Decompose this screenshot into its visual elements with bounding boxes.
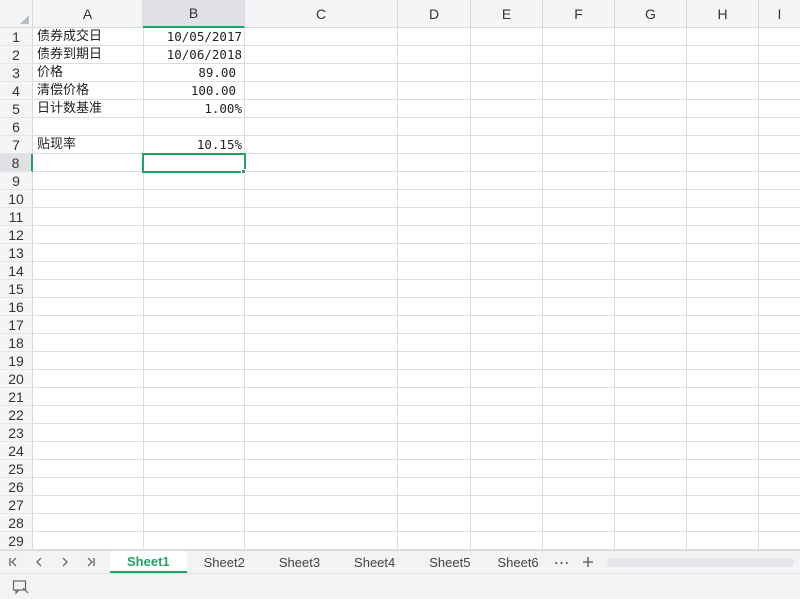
sheet-tab-5[interactable]: Sheet5	[412, 551, 487, 573]
cell-b3[interactable]: 89.00	[143, 64, 245, 82]
cell-a5[interactable]: 日计数基准	[33, 100, 143, 118]
row-header-27[interactable]: 27	[0, 496, 33, 514]
select-all-triangle-icon	[20, 15, 29, 24]
row-header-23[interactable]: 23	[0, 424, 33, 442]
sheet-tab-3[interactable]: Sheet3	[262, 551, 337, 573]
row-header-25[interactable]: 25	[0, 460, 33, 478]
column-header-b[interactable]: B	[143, 0, 245, 28]
row-header-7[interactable]: 7	[0, 136, 33, 154]
row-header-5[interactable]: 5	[0, 100, 33, 118]
sheet-tab-2[interactable]: Sheet2	[187, 551, 262, 573]
row-header-17[interactable]: 17	[0, 316, 33, 334]
row-header-24[interactable]: 24	[0, 442, 33, 460]
cell-a4[interactable]: 清偿价格	[33, 82, 143, 100]
comment-icon[interactable]	[12, 579, 30, 595]
first-sheet-icon	[9, 557, 17, 567]
cell-a1[interactable]: 债券成交日	[33, 28, 143, 46]
row-header-26[interactable]: 26	[0, 478, 33, 496]
row-header-16[interactable]: 16	[0, 298, 33, 316]
sheet-tab-6[interactable]: Sheet6	[487, 551, 548, 573]
sheet-tab-4[interactable]: Sheet4	[337, 551, 412, 573]
row-header-22[interactable]: 22	[0, 406, 33, 424]
row-header-15[interactable]: 15	[0, 280, 33, 298]
sheet-tab-1[interactable]: Sheet1	[110, 551, 187, 573]
column-header-f[interactable]: F	[543, 0, 615, 28]
first-sheet-button[interactable]	[0, 551, 26, 573]
row-header-19[interactable]: 19	[0, 352, 33, 370]
row-header-10[interactable]: 10	[0, 190, 33, 208]
cell-b5[interactable]: 1.00%	[143, 100, 245, 118]
row-header-1[interactable]: 1	[0, 28, 33, 46]
row-header-4[interactable]: 4	[0, 82, 33, 100]
row-header-8[interactable]: 8	[0, 154, 33, 172]
status-bar	[0, 573, 800, 599]
row-header-2[interactable]: 2	[0, 46, 33, 64]
cell-a2[interactable]: 债券到期日	[33, 46, 143, 64]
row-header-21[interactable]: 21	[0, 388, 33, 406]
row-header-18[interactable]: 18	[0, 334, 33, 352]
horizontal-scrollbar[interactable]	[606, 557, 794, 567]
select-all-corner[interactable]	[0, 0, 33, 28]
sheet-tab-bar: Sheet1 Sheet2 Sheet3 Sheet4 Sheet5 Sheet…	[0, 550, 800, 573]
column-header-h[interactable]: H	[687, 0, 759, 28]
more-sheets-button[interactable]: ⋯	[549, 551, 575, 573]
add-sheet-button[interactable]	[575, 551, 601, 573]
next-sheet-button[interactable]	[52, 551, 78, 573]
last-sheet-icon	[87, 557, 95, 567]
cell-a3[interactable]: 价格	[33, 64, 143, 82]
cell-b7[interactable]: 10.15%	[143, 136, 245, 154]
row-header-13[interactable]: 13	[0, 244, 33, 262]
row-header-29[interactable]: 29	[0, 532, 33, 550]
column-header-e[interactable]: E	[471, 0, 543, 28]
row-header-6[interactable]: 6	[0, 118, 33, 136]
row-header-3[interactable]: 3	[0, 64, 33, 82]
column-header-a[interactable]: A	[33, 0, 143, 28]
row-header-12[interactable]: 12	[0, 226, 33, 244]
column-header-c[interactable]: C	[245, 0, 398, 28]
row-header-20[interactable]: 20	[0, 370, 33, 388]
prev-sheet-icon	[36, 557, 42, 567]
cell-b2[interactable]: 10/06/2018	[143, 46, 245, 64]
row-header-14[interactable]: 14	[0, 262, 33, 280]
column-header-d[interactable]: D	[398, 0, 471, 28]
column-header-g[interactable]: G	[615, 0, 687, 28]
cell-b1[interactable]: 10/05/2017	[143, 28, 245, 46]
next-sheet-icon	[62, 557, 68, 567]
row-header-9[interactable]: 9	[0, 172, 33, 190]
active-cell-b8[interactable]	[142, 153, 246, 173]
last-sheet-button[interactable]	[78, 551, 104, 573]
row-header-11[interactable]: 11	[0, 208, 33, 226]
column-header-i[interactable]: I	[759, 0, 800, 28]
prev-sheet-button[interactable]	[26, 551, 52, 573]
spreadsheet-grid[interactable]: A B C D E F G H I 1 2 3 4 5 6 7 8 9 10 11 12 13 14 15 1…	[0, 0, 800, 550]
fill-handle[interactable]	[241, 169, 246, 174]
cell-b4[interactable]: 100.00	[143, 82, 245, 100]
ellipsis-icon: ⋯	[553, 552, 570, 572]
plus-icon	[582, 557, 593, 567]
row-header-28[interactable]: 28	[0, 514, 33, 532]
cell-a7[interactable]: 贴现率	[33, 136, 143, 154]
